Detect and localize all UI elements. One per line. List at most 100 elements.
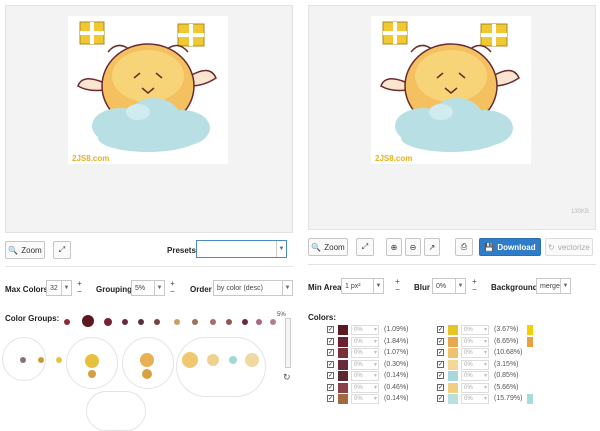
checkbox[interactable]: ✓ [327,337,334,345]
presets-select[interactable]: ▼ [196,240,287,258]
checkbox[interactable]: ✓ [437,349,444,356]
color-group-dot[interactable] [85,354,99,368]
zoom-button[interactable]: 🔍 Zoom [308,238,348,256]
percent-select[interactable]: 0% [461,325,489,335]
color-group-dot[interactable] [142,369,152,379]
min-area-select[interactable]: 1 px² ▼ [341,278,384,294]
percent-select[interactable]: 0% [351,348,379,358]
color-group-dot[interactable] [256,319,262,325]
checkbox[interactable]: ✓ [437,360,444,368]
color-swatch[interactable] [338,325,348,335]
percent-select[interactable]: 0% [461,371,489,381]
groups-area [0,305,285,431]
zoom-in-button[interactable]: ⊕ [386,238,402,256]
percent-select[interactable]: 0% [461,382,489,393]
percent-select[interactable]: 0% [351,336,379,347]
percent-select[interactable]: 0% [351,394,379,404]
color-share: (6.65%) [494,337,519,345]
color-group-dot[interactable] [226,319,232,325]
color-swatch[interactable] [338,394,348,404]
checkbox[interactable]: ✓ [437,383,444,391]
color-group-dot[interactable] [56,357,62,363]
color-group-dot[interactable] [182,352,198,368]
percent-select[interactable]: 0% [351,371,379,381]
min-area-stepper[interactable]: + − [393,278,402,294]
color-share: (0.14%) [384,372,409,379]
grouping-stepper[interactable]: + − [168,280,177,296]
color-group-dot[interactable] [88,370,96,378]
zoom-out-button[interactable]: ⊖ [405,238,421,256]
color-row: ✓ 0% (15.79%) [437,394,577,405]
color-swatch[interactable] [448,325,458,335]
vectorize-button[interactable]: ↻ vectorize [545,238,593,256]
color-group-dot[interactable] [154,319,160,325]
chevron-down-icon: ▼ [560,279,570,293]
color-swatch[interactable] [448,359,458,370]
color-swatch[interactable] [448,382,458,393]
color-group-dot[interactable] [138,319,144,325]
color-group-dot[interactable] [20,357,26,363]
color-group-dot[interactable] [245,353,259,367]
fit-button[interactable]: ⤢ [356,238,374,256]
color-group-dot[interactable] [174,319,180,325]
percent-select[interactable]: 0% [351,382,379,393]
checkbox[interactable]: ✓ [327,395,334,402]
order-select[interactable]: by color (desc) ▼ [213,280,293,296]
checkbox[interactable]: ✓ [437,326,444,333]
color-swatch[interactable] [338,382,348,393]
color-bar [527,383,533,393]
zoom-button[interactable]: 🔍 Zoom [5,241,45,259]
download-button[interactable]: 💾 Download [479,238,541,256]
checkbox[interactable]: ✓ [327,326,334,333]
percent-select[interactable]: 0% [351,325,379,335]
percent-select[interactable]: 0% [461,359,489,370]
color-group-dot[interactable] [207,354,219,366]
color-group-dot[interactable] [64,319,70,325]
color-swatch[interactable] [448,348,458,358]
checkbox[interactable]: ✓ [327,383,334,391]
color-swatch[interactable] [338,348,348,358]
percent-select[interactable]: 0% [461,348,489,358]
fit-button[interactable]: ⤢ [53,241,71,259]
color-swatch[interactable] [338,359,348,370]
color-group-dot[interactable] [270,319,276,325]
blur-stepper[interactable]: + − [470,278,479,294]
blur-select[interactable]: 0% ▼ [432,278,466,294]
checkbox[interactable]: ✓ [437,395,444,402]
reset-icon[interactable]: ↻ [283,372,291,383]
color-group-dot[interactable] [38,357,44,363]
percent-select[interactable]: 0% [351,359,379,370]
max-colors-select[interactable]: 32 ▼ [46,280,72,296]
color-group-dot[interactable] [140,353,154,367]
color-share: (1.07%) [384,349,409,356]
percent-select[interactable]: 0% [461,336,489,347]
color-swatch[interactable] [448,336,458,347]
color-group-dot[interactable] [210,319,216,325]
checkbox[interactable]: ✓ [437,372,444,379]
grouping-value: 5% [135,284,146,292]
color-group-dot[interactable] [192,319,198,325]
print-button[interactable]: ⎙ [455,238,473,256]
color-group-dot[interactable] [242,319,248,325]
checkbox[interactable]: ✓ [327,349,334,356]
max-colors-stepper[interactable]: + − [75,280,84,296]
color-group-dot[interactable] [104,318,112,326]
checkbox[interactable]: ✓ [327,360,334,368]
color-share: (0.46%) [384,383,409,391]
fullscreen-button[interactable]: ↗ [424,238,440,256]
color-swatch[interactable] [448,394,458,404]
grouping-select[interactable]: 5% ▼ [131,280,165,296]
color-group-dot[interactable] [122,319,128,325]
percent-select[interactable]: 0% [461,394,489,404]
grouping-slider[interactable] [285,318,291,368]
background-select[interactable]: merge ▼ [536,278,571,294]
color-swatch[interactable] [338,336,348,347]
checkbox[interactable]: ✓ [327,372,334,379]
color-group-dot[interactable] [82,315,94,327]
vectorize-label: vectorize [557,242,590,252]
checkbox[interactable]: ✓ [437,337,444,345]
color-group-dot[interactable] [229,356,237,364]
color-swatch[interactable] [448,371,458,381]
zoom-label: Zoom [324,242,345,252]
color-swatch[interactable] [338,371,348,381]
